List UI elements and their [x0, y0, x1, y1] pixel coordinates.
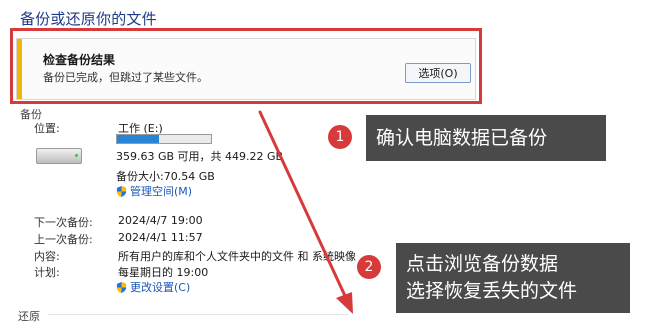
- last-backup-label: 上一次备份:: [34, 233, 93, 246]
- step-1-callout: 确认电脑数据已备份: [366, 115, 606, 161]
- step-1-text: 确认电脑数据已备份: [376, 127, 548, 149]
- backup-result-notice: 检查备份结果 备份已完成，但跳过了某些文件。 选项(O): [16, 38, 476, 100]
- warning-stripe: [17, 39, 22, 99]
- last-backup-value: 2024/4/1 11:57: [118, 231, 203, 244]
- backup-size-text: 备份大小:70.54 GB: [116, 170, 215, 183]
- step-2-line-2: 选择恢复丢失的文件: [406, 280, 578, 302]
- step-2-badge: 2: [357, 255, 381, 279]
- shield-icon: [116, 281, 127, 293]
- notice-message: 备份已完成，但跳过了某些文件。: [43, 71, 208, 84]
- next-backup-value: 2024/4/7 19:00: [118, 214, 203, 227]
- location-label: 位置:: [34, 122, 60, 135]
- schedule-value: 每星期日的 19:00: [118, 266, 209, 279]
- schedule-label: 计划:: [34, 266, 60, 279]
- usage-bar: [116, 134, 212, 144]
- hard-drive-icon: [36, 148, 82, 164]
- step-1-badge: 1: [328, 125, 352, 149]
- usage-bar-fill: [117, 135, 160, 143]
- shield-icon: [116, 185, 127, 197]
- change-settings-link-text: 更改设置(C): [130, 281, 191, 294]
- step-2-callout: 点击浏览备份数据 选择恢复丢失的文件: [396, 243, 630, 313]
- manage-space-link-text: 管理空间(M): [130, 185, 193, 198]
- content-label: 内容:: [34, 250, 60, 263]
- next-backup-label: 下一次备份:: [34, 216, 93, 229]
- manage-space-link[interactable]: 管理空间(M): [116, 183, 192, 199]
- notice-heading: 检查备份结果: [43, 53, 116, 67]
- drive-led: [75, 154, 78, 157]
- change-settings-link[interactable]: 更改设置(C): [116, 279, 190, 295]
- step-2-line-1: 点击浏览备份数据: [406, 253, 559, 275]
- page-title: 备份或还原你的文件: [20, 10, 157, 28]
- options-button[interactable]: 选项(O): [405, 63, 471, 83]
